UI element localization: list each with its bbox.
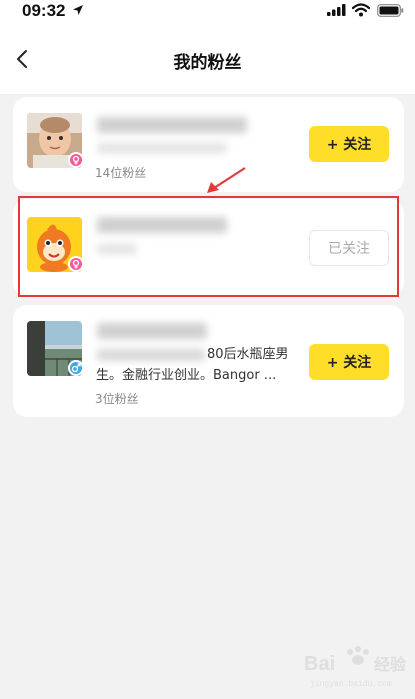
bio-line: 80后水瓶座男 (207, 347, 289, 362)
svg-text:Bai: Bai (304, 653, 335, 675)
nav-bar: 我的粉丝 (0, 24, 415, 94)
blurred-bio (97, 349, 205, 361)
fans-count: 14位粉丝 (95, 166, 147, 180)
female-gender-icon (68, 152, 84, 168)
svg-text:jingyan.baidu.com: jingyan.baidu.com (310, 680, 392, 689)
fans-count: 3位粉丝 (95, 392, 139, 406)
location-arrow-icon (73, 5, 83, 15)
wifi-icon (352, 3, 370, 17)
blurred-username (97, 117, 247, 133)
follow-button[interactable]: + 关注 (309, 344, 389, 380)
blurred-description (97, 143, 227, 153)
svg-text:经验: 经验 (374, 655, 407, 674)
highlight-box (18, 196, 399, 297)
follow-button[interactable]: + 关注 (309, 126, 389, 162)
page-title: 我的粉丝 (173, 53, 242, 73)
status-time: 09:32 (22, 1, 66, 20)
blurred-username (97, 323, 207, 339)
status-bar: 09:32 (0, 0, 415, 24)
battery-icon (377, 4, 404, 17)
fan-list-item[interactable]: 80后水瓶座男 生。金融行业创业。Bangor ... 3位粉丝 + 关注 (13, 305, 404, 417)
male-gender-icon (68, 360, 84, 376)
watermark: Bai 经验 jingyan.baidu.com (296, 640, 408, 692)
bio-line: 生。金融行业创业。Bangor ... (96, 368, 277, 383)
cellular-signal-icon (327, 4, 346, 16)
red-arrow-icon (207, 167, 246, 193)
